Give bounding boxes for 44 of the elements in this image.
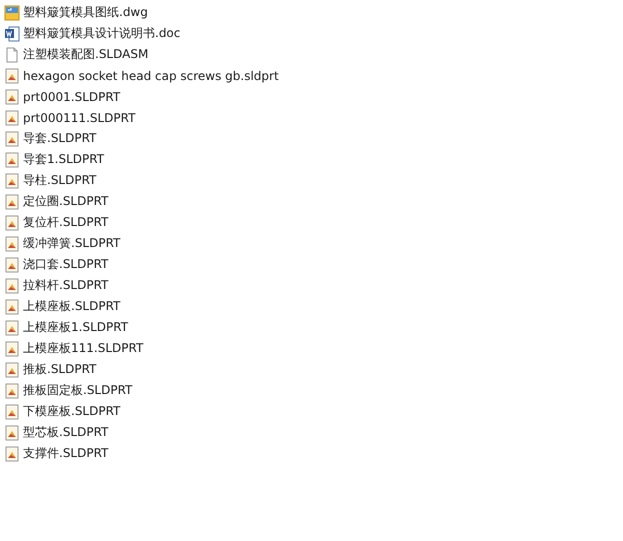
blank-file-icon [4, 46, 20, 62]
drawing-file-icon [4, 4, 20, 20]
file-name[interactable]: 上模座板.SLDPRT [23, 298, 120, 315]
file-name[interactable]: 导套1.SLDPRT [23, 151, 104, 168]
part-file-icon [4, 256, 20, 272]
file-name[interactable]: 导套.SLDPRT [23, 130, 96, 147]
file-name[interactable]: 拉料杆.SLDPRT [23, 277, 108, 294]
part-file-icon [4, 278, 20, 294]
file-name[interactable]: 推板.SLDPRT [23, 361, 96, 378]
part-file-icon [4, 152, 20, 168]
part-file-icon [4, 382, 20, 398]
part-file-icon [4, 362, 20, 378]
file-name[interactable]: 上模座板111.SLDPRT [23, 340, 144, 357]
part-file-icon [4, 130, 20, 146]
file-name[interactable]: 上模座板1.SLDPRT [23, 319, 128, 336]
file-name[interactable]: 推板固定板.SLDPRT [23, 382, 132, 399]
file-name[interactable]: prt000111.SLDPRT [23, 110, 136, 124]
file-name[interactable]: 缓冲弹簧.SLDPRT [23, 235, 120, 252]
word-document-icon [4, 26, 20, 42]
part-file-icon [4, 110, 20, 126]
part-file-icon [4, 236, 20, 252]
file-name[interactable]: 浇口套.SLDPRT [23, 256, 108, 273]
file-name[interactable]: 下模座板.SLDPRT [23, 403, 120, 420]
part-file-icon [4, 68, 20, 84]
file-name[interactable]: 塑料簸箕模具图纸.dwg [23, 4, 148, 21]
part-file-icon [4, 404, 20, 420]
part-file-icon [4, 424, 20, 440]
file-name[interactable]: 复位杆.SLDPRT [23, 214, 108, 231]
part-file-icon [4, 88, 20, 104]
file-name[interactable]: 塑料簸箕模具设计说明书.doc [23, 25, 180, 42]
part-file-icon [4, 298, 20, 314]
file-name[interactable]: hexagon socket head cap screws gb.sldprt [23, 68, 279, 82]
part-file-icon [4, 446, 20, 462]
part-file-icon [4, 214, 20, 230]
part-file-icon [4, 320, 20, 336]
part-file-icon [4, 172, 20, 188]
file-name[interactable]: prt0001.SLDPRT [23, 90, 120, 104]
file-name[interactable]: 支撑件.SLDPRT [23, 445, 108, 462]
file-name[interactable]: 型芯板.SLDPRT [23, 424, 108, 441]
file-name[interactable]: 注塑模装配图.SLDASM [23, 46, 148, 63]
part-file-icon [4, 340, 20, 356]
part-file-icon [4, 194, 20, 210]
file-name[interactable]: 导柱.SLDPRT [23, 172, 96, 189]
file-name[interactable]: 定位圈.SLDPRT [23, 193, 108, 210]
